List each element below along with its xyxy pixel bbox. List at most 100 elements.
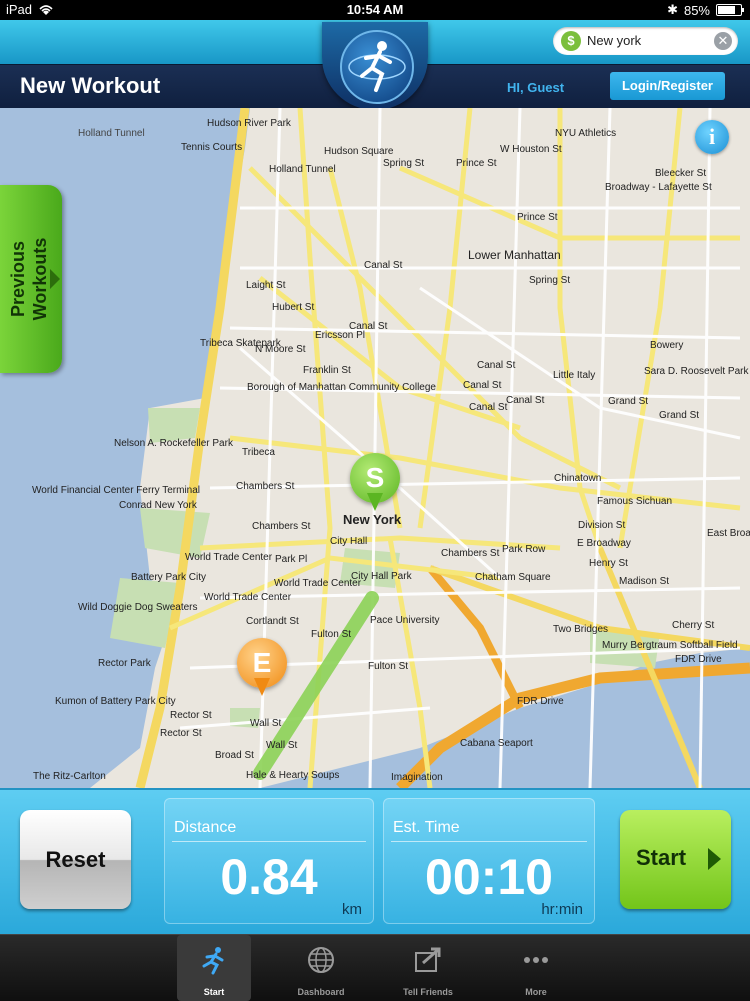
map-label: Little Italy — [553, 370, 596, 381]
battery-percent: 85% — [683, 2, 710, 18]
map-label: Canal St — [463, 380, 502, 391]
map-label: Hudson River Park — [207, 118, 291, 129]
distance-unit: km — [342, 901, 362, 918]
map-label: Grand St — [659, 410, 700, 421]
map-label: Two Bridges — [553, 624, 609, 635]
marker-tail — [367, 493, 383, 511]
map-label: Borough of Manhattan Community College — [247, 382, 436, 393]
map-label: Hudson Square — [324, 146, 394, 157]
divider — [391, 841, 587, 842]
map-label: Canal St — [364, 260, 403, 271]
map-label: Chambers St — [441, 548, 500, 559]
map-label: Rector St — [160, 728, 202, 739]
map-label: Spring St — [529, 275, 571, 286]
map-label: Tennis Courts — [181, 142, 243, 153]
tab-label: Dashboard — [297, 987, 345, 997]
map-label: Conrad New York — [119, 500, 197, 511]
map-label: Cortlandt St — [246, 616, 299, 627]
map-label: The Ritz-Carlton — [33, 771, 106, 782]
map-label: New York — [343, 512, 402, 527]
map-label: Imagination — [391, 772, 443, 783]
map-label: Chatham Square — [475, 572, 551, 583]
map-label: Cherry St — [672, 620, 715, 631]
distance-value: 0.84 — [220, 849, 318, 905]
reset-button[interactable]: Reset — [20, 810, 131, 909]
map-label: NYU Athletics — [555, 128, 617, 139]
map-label: Ericsson Pl — [315, 330, 366, 341]
map-label: World Trade Center — [185, 552, 273, 563]
runner-logo-icon — [348, 41, 406, 92]
map-label: Wild Doggie Dog Sweaters — [78, 602, 198, 613]
map-label: Holland Tunnel — [78, 128, 145, 139]
runner-globe-logo — [340, 30, 414, 104]
map-label: Spring St — [383, 158, 425, 169]
map-label: Famous Sichuan — [597, 496, 673, 507]
status-bar: iPad 10:54 AM ✱ 85% — [0, 0, 750, 20]
tab-tell-friends[interactable]: Tell Friends — [391, 935, 465, 1001]
map-label: Henry St — [589, 558, 628, 569]
map-label: Kumon of Battery Park City — [55, 696, 176, 707]
map-label: Murry Bergtraum Softball Field — [602, 640, 738, 651]
chevron-right-icon — [50, 269, 60, 289]
runner-icon — [202, 947, 224, 975]
map-label: Prince St — [517, 212, 558, 223]
divider — [172, 841, 366, 842]
tab-start[interactable]: Start — [177, 935, 251, 1001]
user-greeting: HI, Guest — [507, 80, 565, 95]
map-label: World Trade Center — [204, 592, 292, 603]
map-label: Hubert St — [272, 302, 315, 313]
time-card: Est. Time 00:10 hr:min — [383, 798, 595, 924]
play-arrow-icon — [708, 848, 721, 870]
map-label: Grand St — [608, 396, 649, 407]
location-search-field[interactable]: $ New york ✕ — [553, 27, 738, 55]
time-unit: hr:min — [541, 901, 583, 918]
start-button-label: Start — [636, 845, 687, 870]
map-label: FDR Drive — [675, 654, 722, 665]
map-label: Wall St — [266, 740, 298, 751]
previous-workouts-tab[interactable]: Previous Workouts — [0, 185, 62, 373]
tab-label: Start — [203, 987, 225, 997]
map-label: N Moore St — [255, 344, 306, 355]
end-marker[interactable]: E — [237, 638, 287, 698]
map-view[interactable]: Hudson River Park Tennis Courts Holland … — [0, 108, 750, 788]
map-label: Laight St — [246, 280, 286, 291]
search-value[interactable]: New york — [587, 33, 641, 48]
map-label: Chambers St — [252, 521, 311, 532]
map-label: Hale & Hearty Soups — [246, 770, 340, 781]
map-label: Broad St — [215, 750, 254, 761]
map-label: Bowery — [650, 340, 684, 351]
tab-bar: Start Dashboard Tell Friends More — [0, 934, 750, 1001]
map-label: World Financial Center Ferry Terminal — [32, 485, 201, 496]
info-icon[interactable]: i — [695, 120, 729, 154]
start-button[interactable]: Start — [620, 810, 731, 909]
map-label: Bleecker St — [655, 168, 707, 179]
login-register-button[interactable]: Login/Register — [610, 72, 725, 100]
map-label: Division St — [578, 520, 626, 531]
battery-icon — [716, 4, 744, 16]
tab-dashboard[interactable]: Dashboard — [284, 935, 358, 1001]
map-label: Nelson A. Rockefeller Park — [114, 438, 233, 449]
map-label: FDR Drive — [517, 696, 564, 707]
map-label: Rector St — [170, 710, 212, 721]
map-label: East Broadway — [707, 528, 750, 539]
tab-label: More — [525, 987, 547, 997]
map-label: Park Pl — [275, 554, 308, 565]
map-label: E Broadway — [577, 538, 631, 549]
clear-search-icon[interactable]: ✕ — [714, 32, 732, 50]
workout-panel: Reset Distance 0.84 km Est. Time 00:10 h… — [0, 788, 750, 936]
distance-card: Distance 0.84 km — [164, 798, 374, 924]
map-label: Rector Park — [98, 658, 151, 669]
map-label: Wall St — [250, 718, 282, 729]
bluetooth-icon: ✱ — [667, 2, 678, 17]
map-label: Sara D. Roosevelt Park — [644, 366, 749, 377]
page-title: New Workout — [20, 73, 161, 98]
map-label: Battery Park City — [131, 572, 207, 583]
map-label: Cabana Seaport — [460, 738, 533, 749]
start-marker[interactable]: S — [350, 453, 400, 513]
map-label: Tribeca — [242, 447, 275, 458]
globe-icon — [308, 947, 334, 973]
distance-label: Distance — [174, 819, 237, 836]
map-canvas — [0, 108, 750, 788]
tab-more[interactable]: More — [499, 935, 573, 1001]
map-label: Franklin St — [303, 365, 351, 376]
